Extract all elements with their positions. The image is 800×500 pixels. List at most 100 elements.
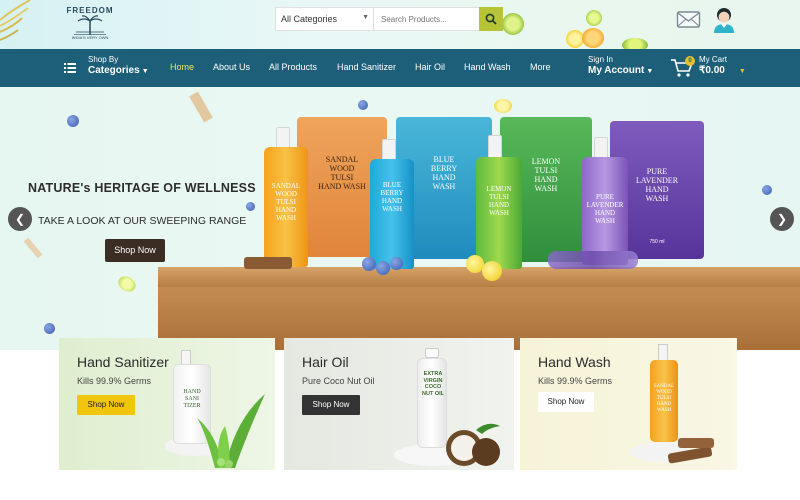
pouch-line: TULSI — [330, 173, 354, 182]
category-card-hand-wash[interactable]: Hand Wash Kills 99.9% Germs Shop Now SAN… — [520, 338, 737, 470]
slider-next-button[interactable]: ❯ — [770, 207, 794, 231]
coconut-decoration — [446, 423, 500, 466]
bottle-line: LEMON — [486, 185, 512, 193]
pouch-line: BLUE — [433, 155, 455, 164]
search-input[interactable] — [376, 8, 480, 30]
caret-down-icon: ▼ — [141, 68, 149, 75]
nav-link-about-us[interactable]: About Us — [213, 62, 250, 72]
list-menu-icon[interactable] — [64, 63, 76, 73]
caret-down-icon: ▼ — [646, 68, 654, 75]
bottle-line: SANDAL — [271, 182, 301, 190]
bottle-pump — [382, 139, 396, 161]
category-title: Hand Wash — [538, 354, 611, 370]
brand-tagline: INDIA'S VERY OWN — [71, 35, 109, 40]
blueberry-decoration — [376, 261, 390, 275]
cart-summary[interactable]: My Cart ₹0.00 ▼ — [699, 55, 746, 76]
bottle-line: TULSI — [489, 193, 509, 201]
bottle-line: HAND — [488, 201, 510, 209]
category-shop-now-button[interactable]: Shop Now — [538, 392, 594, 412]
brand-name: FREEDOM — [66, 6, 114, 15]
bottle-line: TULSI — [276, 198, 296, 206]
bottle-line: BLUE — [382, 181, 402, 189]
bottle-pump — [276, 127, 290, 149]
chevron-right-icon: ❯ — [776, 212, 788, 226]
bottle-line: HAND — [594, 209, 616, 217]
bottle-line: WOOD — [275, 190, 297, 198]
categories-text: Categories — [88, 65, 140, 76]
bottle-label: BLUE BERRY HAND WASH — [370, 181, 414, 213]
cinnamon-stick-decoration — [189, 91, 213, 123]
pouch-line: WOOD — [329, 164, 355, 173]
bottle-label: LEMON TULSI HAND WASH — [476, 185, 522, 217]
lime-slice-decoration — [115, 273, 139, 295]
product-bottle-lemon: LEMON TULSI HAND WASH — [476, 157, 522, 269]
nav-link-hand-wash[interactable]: Hand Wash — [464, 62, 511, 72]
blueberry-decoration — [67, 115, 79, 127]
category-subtitle: Kills 99.9% Germs — [77, 376, 152, 386]
account-dropdown[interactable]: Sign In My Account ▼ — [588, 55, 653, 76]
category-card-hair-oil[interactable]: Hair Oil Pure Coco Nut Oil Shop Now EXTR… — [284, 338, 514, 470]
bottle-label: SANDAL WOOD TULSI HAND WASH — [264, 182, 308, 222]
pouch-line: HAND — [534, 175, 558, 184]
category-shop-now-button[interactable]: Shop Now — [77, 395, 135, 415]
search-button[interactable] — [479, 7, 503, 31]
pouch-line: WASH — [645, 194, 669, 203]
category-select[interactable]: All Categories ▼ — [276, 8, 374, 30]
hero-shop-now-button[interactable]: Shop Now — [105, 239, 165, 262]
category-subtitle: Pure Coco Nut Oil — [302, 376, 375, 386]
category-title: Hand Sanitizer — [77, 354, 169, 370]
caret-down-icon: ▼ — [738, 68, 746, 75]
bottle-label: SANDAL WOOD TULSI HAND WASH — [653, 384, 675, 413]
blueberry-decoration — [362, 257, 376, 271]
shop-by-categories-dropdown[interactable]: Shop By Categories ▼ — [88, 55, 149, 76]
nav-link-hand-sanitizer[interactable]: Hand Sanitizer — [337, 62, 396, 72]
pouch-line: WASH — [534, 184, 558, 193]
nav-link-hair-oil[interactable]: Hair Oil — [415, 62, 445, 72]
sandalwood-block-decoration — [244, 257, 292, 269]
logo-palm-icon — [74, 15, 106, 35]
hero-slider: SANDAL WOOD TULSI HAND WASH BLUE BERRY H… — [0, 87, 800, 350]
cart-total: ₹0.00 ▼ — [699, 65, 746, 76]
top-header: FREEDOM INDIA'S VERY OWN All Categories … — [0, 0, 800, 52]
category-shop-now-button[interactable]: Shop Now — [302, 395, 360, 415]
main-navbar: Shop By Categories ▼ Home About Us All Pr… — [0, 49, 800, 87]
bottle-pump — [488, 135, 502, 159]
pouch-line: WASH — [432, 182, 456, 191]
nav-link-home[interactable]: Home — [170, 62, 194, 72]
user-avatar[interactable] — [712, 5, 736, 33]
slider-prev-button[interactable]: ❮ — [8, 207, 32, 231]
nav-link-all-products[interactable]: All Products — [269, 62, 317, 72]
handwash-bottle: SANDAL WOOD TULSI HAND WASH — [650, 360, 678, 442]
product-bottle-sandalwood: SANDAL WOOD TULSI HAND WASH — [264, 147, 308, 267]
lavender-sprig-decoration — [548, 251, 638, 269]
hero-heading: NATURE's HERITAGE OF WELLNESS — [28, 181, 256, 195]
cinnamon-stick-decoration — [23, 237, 43, 259]
bottle-label: PURE LAVENDER HAND WASH — [582, 193, 628, 225]
sign-in-label: Sign In — [588, 55, 613, 64]
pouch-line: HAND — [432, 173, 456, 182]
category-subtitle: Kills 99.9% Germs — [538, 376, 613, 386]
pouch-line: TULSI — [534, 166, 558, 175]
lime-slice-decoration — [586, 10, 602, 26]
mail-icon[interactable] — [676, 8, 701, 30]
bottle-line: PURE — [596, 193, 614, 201]
blueberry-decoration — [390, 257, 403, 270]
cart-total-value: ₹0.00 — [699, 65, 725, 76]
pouch-line: HAND WASH — [318, 182, 366, 191]
bottle-line: HAND — [275, 206, 297, 214]
chevron-left-icon: ❮ — [14, 212, 26, 226]
my-cart-label: My Cart — [699, 55, 727, 64]
pouch-line: LAVENDER — [635, 176, 679, 185]
pouch-line: BERRY — [430, 164, 458, 173]
palm-leaf-decoration — [0, 0, 31, 41]
bottle-line: WASH — [489, 209, 509, 217]
lime-slice-decoration — [502, 13, 524, 35]
blueberry-decoration — [762, 185, 772, 195]
brand-logo[interactable]: FREEDOM INDIA'S VERY OWN — [62, 6, 118, 44]
nav-link-more[interactable]: More — [530, 62, 551, 72]
category-card-hand-sanitizer[interactable]: Hand Sanitizer Kills 99.9% Germs Shop No… — [59, 338, 275, 470]
lemon-decoration — [482, 261, 502, 281]
pouch-line: LEMON — [531, 157, 561, 166]
blueberry-decoration — [358, 100, 368, 110]
search-bar: All Categories ▼ — [275, 7, 503, 31]
